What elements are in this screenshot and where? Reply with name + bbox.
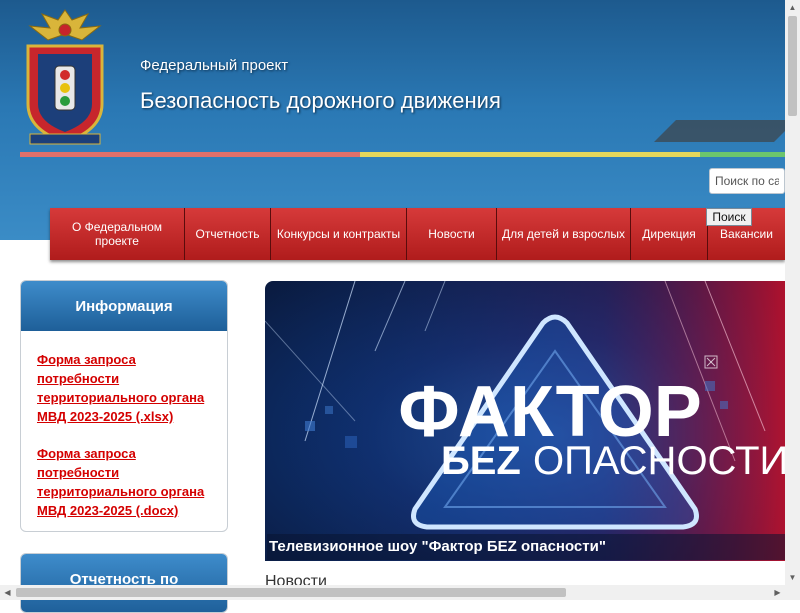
nav-item-about[interactable]: О Федеральном проекте: [50, 208, 185, 260]
banner-title-line2: ОПАСНОСТИ: [533, 439, 785, 483]
info-link-xlsx[interactable]: Форма запроса потребности территориально…: [37, 350, 211, 426]
nav-item-news[interactable]: Новости: [407, 208, 497, 260]
scroll-left-arrow-icon[interactable]: ◀: [0, 585, 15, 600]
banner-artwork: ФАКТОР БЕZ ОПАСНОСТИ: [265, 281, 785, 561]
info-panel-heading: Информация: [21, 281, 227, 331]
horizontal-scrollbar[interactable]: ◀ ▶: [0, 585, 800, 600]
banner-caption[interactable]: Телевизионное шоу "Фактор БЕZ опасности": [267, 534, 785, 560]
horizontal-scroll-thumb[interactable]: [16, 588, 566, 597]
report-panel-heading: Отчетность по: [21, 554, 227, 612]
scroll-right-arrow-icon[interactable]: ▶: [770, 585, 785, 600]
project-subtitle: Федеральный проект: [140, 57, 289, 74]
main-nav: О Федеральном проекте Отчетность Конкурс…: [50, 208, 785, 260]
nav-item-kids-adults[interactable]: Для детей и взрослых: [497, 208, 631, 260]
header-decoration: [654, 120, 785, 142]
nav-item-contests[interactable]: Конкурсы и контракты: [271, 208, 407, 260]
project-title: Безопасность дорожного движения: [140, 88, 501, 113]
search-input[interactable]: [709, 168, 785, 194]
stripe-red: [20, 152, 360, 157]
scroll-down-arrow-icon[interactable]: ▼: [785, 570, 800, 585]
site-header: Федеральный проект Безопасность дорожног…: [0, 0, 785, 240]
stripe-green: [700, 152, 785, 157]
vertical-scrollbar[interactable]: ▲ ▼: [785, 0, 800, 585]
stripe-yellow: [360, 152, 700, 157]
nav-item-directorate[interactable]: Дирекция: [631, 208, 708, 260]
scroll-up-arrow-icon[interactable]: ▲: [785, 0, 800, 15]
nav-item-reports[interactable]: Отчетность: [185, 208, 271, 260]
info-link-docx[interactable]: Форма запроса потребности территориально…: [37, 444, 211, 520]
banner-title-bez: БЕZ: [441, 439, 521, 483]
police-emblem-logo[interactable]: [20, 8, 110, 148]
vertical-scroll-thumb[interactable]: [788, 16, 797, 116]
header-color-stripes: [20, 152, 785, 157]
search-button[interactable]: Поиск: [706, 208, 752, 226]
info-panel: Информация Форма запроса потребности тер…: [20, 280, 228, 532]
report-panel: Отчетность по: [20, 553, 228, 613]
promo-banner[interactable]: ФАКТОР БЕZ ОПАСНОСТИ: [265, 281, 785, 561]
